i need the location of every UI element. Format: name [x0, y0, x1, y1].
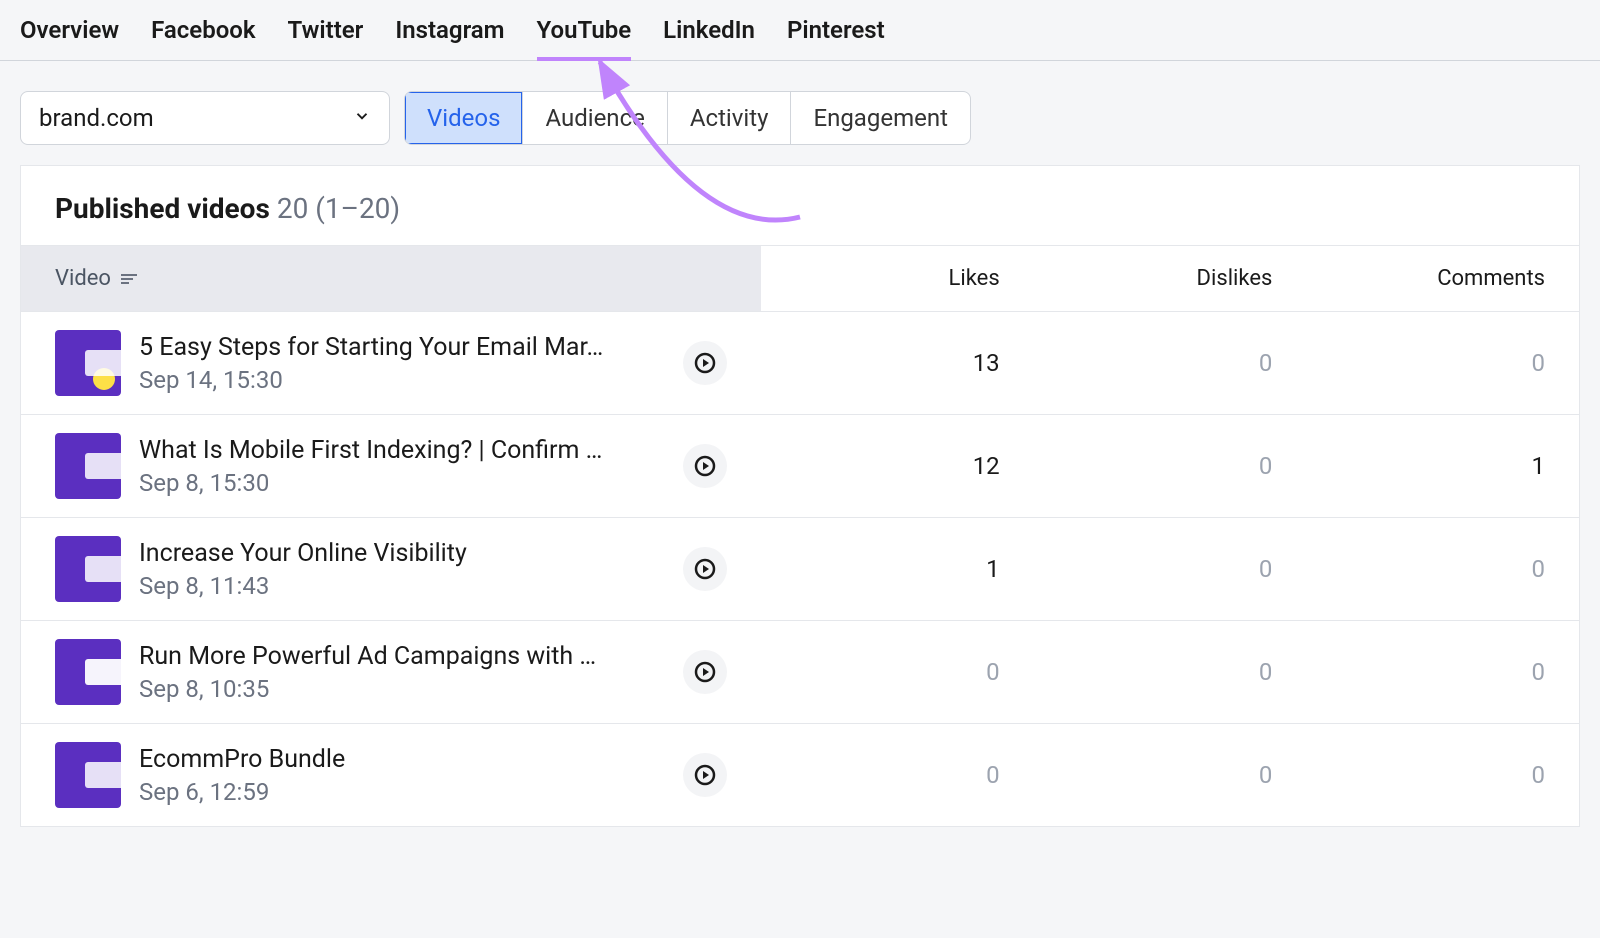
video-date: Sep 8, 11:43: [139, 572, 665, 600]
card-header: Published videos 20 (1–20): [21, 166, 1579, 245]
tab-overview[interactable]: Overview: [20, 16, 119, 60]
table-row: Run More Powerful Ad Campaigns with … Se…: [21, 621, 1579, 724]
play-button[interactable]: [683, 547, 727, 591]
domain-selector[interactable]: brand.com: [20, 91, 390, 145]
video-cell[interactable]: EcommPro Bundle Sep 6, 12:59: [21, 742, 761, 808]
video-date: Sep 8, 15:30: [139, 469, 665, 497]
column-likes[interactable]: Likes: [761, 246, 1034, 311]
play-button[interactable]: [683, 753, 727, 797]
video-thumbnail: [55, 742, 121, 808]
video-date: Sep 14, 15:30: [139, 366, 665, 394]
sort-icon: [121, 274, 137, 284]
tab-facebook[interactable]: Facebook: [151, 16, 255, 60]
play-icon: [693, 557, 717, 581]
comments-cell: 0: [1306, 761, 1579, 789]
play-icon: [693, 763, 717, 787]
tab-linkedin[interactable]: LinkedIn: [663, 16, 755, 60]
table-row: What Is Mobile First Indexing? | Confirm…: [21, 415, 1579, 518]
comments-cell: 1: [1306, 452, 1579, 480]
domain-selector-value: brand.com: [39, 104, 154, 132]
tab-youtube[interactable]: YouTube: [537, 16, 632, 60]
play-button[interactable]: [683, 650, 727, 694]
play-button[interactable]: [683, 444, 727, 488]
video-cell[interactable]: Increase Your Online Visibility Sep 8, 1…: [21, 536, 761, 602]
play-icon: [693, 660, 717, 684]
comments-cell: 0: [1306, 658, 1579, 686]
video-title: 5 Easy Steps for Starting Your Email Mar…: [139, 333, 649, 362]
subtab-activity[interactable]: Activity: [668, 92, 792, 144]
channel-tabs: Overview Facebook Twitter Instagram YouT…: [0, 0, 1600, 61]
tab-twitter[interactable]: Twitter: [288, 16, 364, 60]
video-thumbnail: [55, 536, 121, 602]
likes-cell: 0: [761, 658, 1034, 686]
section-title: Published videos: [55, 192, 270, 225]
video-date: Sep 6, 12:59: [139, 778, 665, 806]
video-title: Run More Powerful Ad Campaigns with …: [139, 642, 649, 671]
column-comments[interactable]: Comments: [1306, 246, 1579, 311]
table-row: EcommPro Bundle Sep 6, 12:59 0 0 0: [21, 724, 1579, 826]
controls-row: brand.com Videos Audience Activity Engag…: [0, 61, 1600, 165]
column-video[interactable]: Video: [21, 246, 761, 311]
likes-cell: 12: [761, 452, 1034, 480]
video-cell[interactable]: Run More Powerful Ad Campaigns with … Se…: [21, 639, 761, 705]
dislikes-cell: 0: [1034, 761, 1307, 789]
video-date: Sep 8, 10:35: [139, 675, 665, 703]
dislikes-cell: 0: [1034, 349, 1307, 377]
likes-cell: 13: [761, 349, 1034, 377]
video-title: Increase Your Online Visibility: [139, 539, 649, 568]
table-header: Video Likes Dislikes Comments: [21, 245, 1579, 312]
subtab-engagement[interactable]: Engagement: [791, 92, 970, 144]
comments-cell: 0: [1306, 349, 1579, 377]
subtab-audience[interactable]: Audience: [523, 92, 667, 144]
video-title: What Is Mobile First Indexing? | Confirm…: [139, 436, 649, 465]
likes-cell: 1: [761, 555, 1034, 583]
chevron-down-icon: [353, 107, 371, 130]
video-thumbnail: [55, 639, 121, 705]
youtube-subtabs: Videos Audience Activity Engagement: [404, 91, 971, 145]
likes-cell: 0: [761, 761, 1034, 789]
dislikes-cell: 0: [1034, 658, 1307, 686]
tab-instagram[interactable]: Instagram: [395, 16, 504, 60]
subtab-videos[interactable]: Videos: [405, 92, 523, 144]
dislikes-cell: 0: [1034, 452, 1307, 480]
column-dislikes[interactable]: Dislikes: [1034, 246, 1307, 311]
video-cell[interactable]: What Is Mobile First Indexing? | Confirm…: [21, 433, 761, 499]
play-icon: [693, 351, 717, 375]
dislikes-cell: 0: [1034, 555, 1307, 583]
section-count: 20 (1–20): [277, 192, 400, 225]
table-row: 5 Easy Steps for Starting Your Email Mar…: [21, 312, 1579, 415]
table-row: Increase Your Online Visibility Sep 8, 1…: [21, 518, 1579, 621]
tab-pinterest[interactable]: Pinterest: [787, 16, 885, 60]
comments-cell: 0: [1306, 555, 1579, 583]
video-cell[interactable]: 5 Easy Steps for Starting Your Email Mar…: [21, 330, 761, 396]
video-thumbnail: [55, 330, 121, 396]
video-title: EcommPro Bundle: [139, 745, 649, 774]
published-videos-card: Published videos 20 (1–20) Video Likes D…: [20, 165, 1580, 827]
video-thumbnail: [55, 433, 121, 499]
play-button[interactable]: [683, 341, 727, 385]
play-icon: [693, 454, 717, 478]
